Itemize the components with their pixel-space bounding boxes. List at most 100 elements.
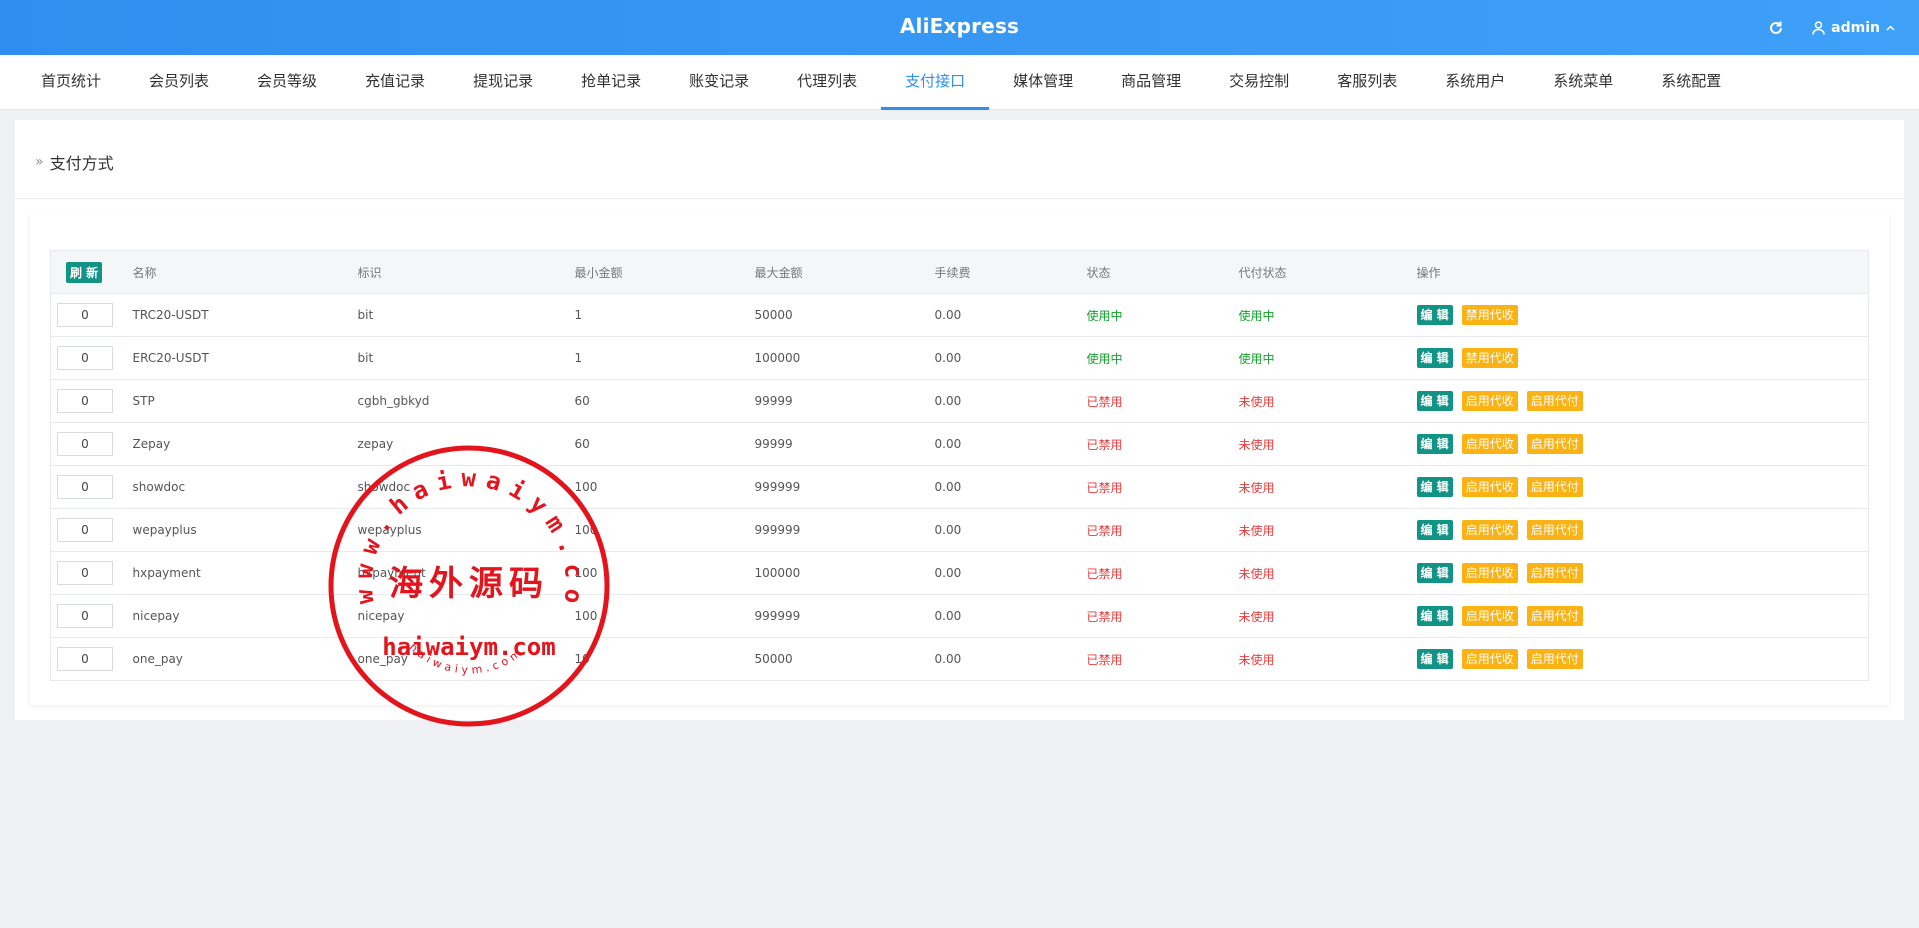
payout-toggle-button[interactable]: 启用代付: [1526, 391, 1583, 411]
sort-input[interactable]: [57, 389, 113, 413]
collect-toggle-button[interactable]: 禁用代收: [1461, 348, 1518, 368]
username: admin: [1831, 19, 1880, 36]
sort-cell: [50, 637, 133, 681]
refresh-button[interactable]: 刷 新: [66, 261, 103, 283]
sort-cell: [50, 379, 133, 423]
code-cell: zepay: [357, 422, 575, 466]
status-cell: 已禁用: [1086, 465, 1239, 509]
collect-toggle-button[interactable]: 启用代收: [1461, 477, 1518, 497]
table-card: 刷 新 名称 标识 最小金额 最大金额 手续费 状态 代付状态 操作 TRC20…: [30, 214, 1889, 705]
name-cell: nicepay: [132, 594, 358, 638]
sort-cell: [50, 422, 133, 466]
fee-cell: 0.00: [934, 293, 1087, 337]
sort-input[interactable]: [57, 303, 113, 327]
payout-status-cell: 未使用: [1238, 422, 1417, 466]
sort-input[interactable]: [57, 432, 113, 456]
max-cell: 50000: [754, 637, 935, 681]
collect-toggle-button[interactable]: 启用代收: [1461, 434, 1518, 454]
nav-item-1[interactable]: 会员列表: [125, 55, 233, 110]
nav-item-9[interactable]: 媒体管理: [989, 55, 1097, 110]
code-cell: bit: [357, 293, 575, 337]
max-cell: 999999: [754, 465, 935, 509]
payout-toggle-button[interactable]: 启用代付: [1526, 563, 1583, 583]
nav-item-14[interactable]: 系统菜单: [1529, 55, 1637, 110]
app-title: AliExpress: [899, 14, 1020, 38]
edit-button[interactable]: 编 辑: [1416, 434, 1453, 454]
payout-toggle-button[interactable]: 启用代付: [1526, 606, 1583, 626]
sort-cell: [50, 293, 133, 337]
nav-item-10[interactable]: 商品管理: [1097, 55, 1205, 110]
sort-input[interactable]: [57, 561, 113, 585]
payout-status-cell: 未使用: [1238, 508, 1417, 552]
payout-toggle-button[interactable]: 启用代付: [1526, 649, 1583, 669]
col-payout-status: 代付状态: [1238, 250, 1417, 294]
edit-button[interactable]: 编 辑: [1416, 606, 1453, 626]
table-row: showdocshowdoc1009999990.00已禁用未使用编 辑启用代收…: [50, 465, 1869, 509]
max-cell: 999999: [754, 508, 935, 552]
user-menu[interactable]: admin: [1812, 20, 1895, 36]
payout-toggle-button[interactable]: 启用代付: [1526, 520, 1583, 540]
col-fee: 手续费: [934, 250, 1087, 294]
collect-toggle-button[interactable]: 启用代收: [1461, 649, 1518, 669]
nav-item-15[interactable]: 系统配置: [1637, 55, 1745, 110]
edit-button[interactable]: 编 辑: [1416, 563, 1453, 583]
nav-item-3[interactable]: 充值记录: [341, 55, 449, 110]
code-cell: nicepay: [357, 594, 575, 638]
sort-input[interactable]: [57, 346, 113, 370]
collect-toggle-button[interactable]: 启用代收: [1461, 606, 1518, 626]
nav-item-6[interactable]: 账变记录: [665, 55, 773, 110]
nav-item-4[interactable]: 提现记录: [449, 55, 557, 110]
collect-toggle-button[interactable]: 禁用代收: [1461, 305, 1518, 325]
actions-cell: 编 辑禁用代收: [1416, 336, 1869, 380]
name-cell: TRC20-USDT: [132, 293, 358, 337]
sort-input[interactable]: [57, 604, 113, 628]
payout-toggle-button[interactable]: 启用代付: [1526, 477, 1583, 497]
nav-item-8[interactable]: 支付接口: [881, 55, 990, 110]
refresh-icon[interactable]: [1768, 20, 1784, 36]
sort-cell: [50, 508, 133, 552]
sort-input[interactable]: [57, 475, 113, 499]
collect-toggle-button[interactable]: 启用代收: [1461, 520, 1518, 540]
payout-toggle-button[interactable]: 启用代付: [1526, 434, 1583, 454]
sort-cell: [50, 594, 133, 638]
col-status: 状态: [1086, 250, 1239, 294]
nav-item-11[interactable]: 交易控制: [1205, 55, 1313, 110]
status-cell: 使用中: [1086, 293, 1239, 337]
fee-cell: 0.00: [934, 465, 1087, 509]
edit-button[interactable]: 编 辑: [1416, 348, 1453, 368]
status-cell: 已禁用: [1086, 594, 1239, 638]
main-nav: 首页统计 会员列表 会员等级 充值记录 提现记录 抢单记录 账变记录 代理列表 支付接口 媒体管理…: [0, 55, 1919, 110]
edit-button[interactable]: 编 辑: [1416, 391, 1453, 411]
nav-item-13[interactable]: 系统用户: [1421, 55, 1529, 110]
nav-item-2[interactable]: 会员等级: [233, 55, 341, 110]
sort-input[interactable]: [57, 518, 113, 542]
code-cell: one_pay: [357, 637, 575, 681]
actions-cell: 编 辑启用代收 启用代付: [1416, 465, 1869, 509]
max-cell: 99999: [754, 422, 935, 466]
min-cell: 100: [574, 465, 755, 509]
sort-cell: [50, 551, 133, 595]
max-cell: 50000: [754, 293, 935, 337]
collect-toggle-button[interactable]: 启用代收: [1461, 563, 1518, 583]
status-cell: 已禁用: [1086, 379, 1239, 423]
sort-input[interactable]: [57, 647, 113, 671]
edit-button[interactable]: 编 辑: [1416, 520, 1453, 540]
nav-item-12[interactable]: 客服列表: [1313, 55, 1421, 110]
edit-button[interactable]: 编 辑: [1416, 305, 1453, 325]
collect-toggle-button[interactable]: 启用代收: [1461, 391, 1518, 411]
fee-cell: 0.00: [934, 551, 1087, 595]
edit-button[interactable]: 编 辑: [1416, 477, 1453, 497]
fee-cell: 0.00: [934, 508, 1087, 552]
nav-item-0[interactable]: 首页统计: [17, 55, 125, 110]
nav-item-7[interactable]: 代理列表: [773, 55, 881, 110]
edit-button[interactable]: 编 辑: [1416, 649, 1453, 669]
code-cell: hxpayment: [357, 551, 575, 595]
payout-status-cell: 使用中: [1238, 293, 1417, 337]
payment-table: 刷 新 名称 标识 最小金额 最大金额 手续费 状态 代付状态 操作 TRC20…: [50, 250, 1869, 681]
user-icon: [1812, 20, 1825, 35]
min-cell: 1: [574, 336, 755, 380]
nav-item-5[interactable]: 抢单记录: [557, 55, 665, 110]
max-cell: 100000: [754, 336, 935, 380]
fee-cell: 0.00: [934, 637, 1087, 681]
chevron-up-icon: [1886, 24, 1895, 31]
